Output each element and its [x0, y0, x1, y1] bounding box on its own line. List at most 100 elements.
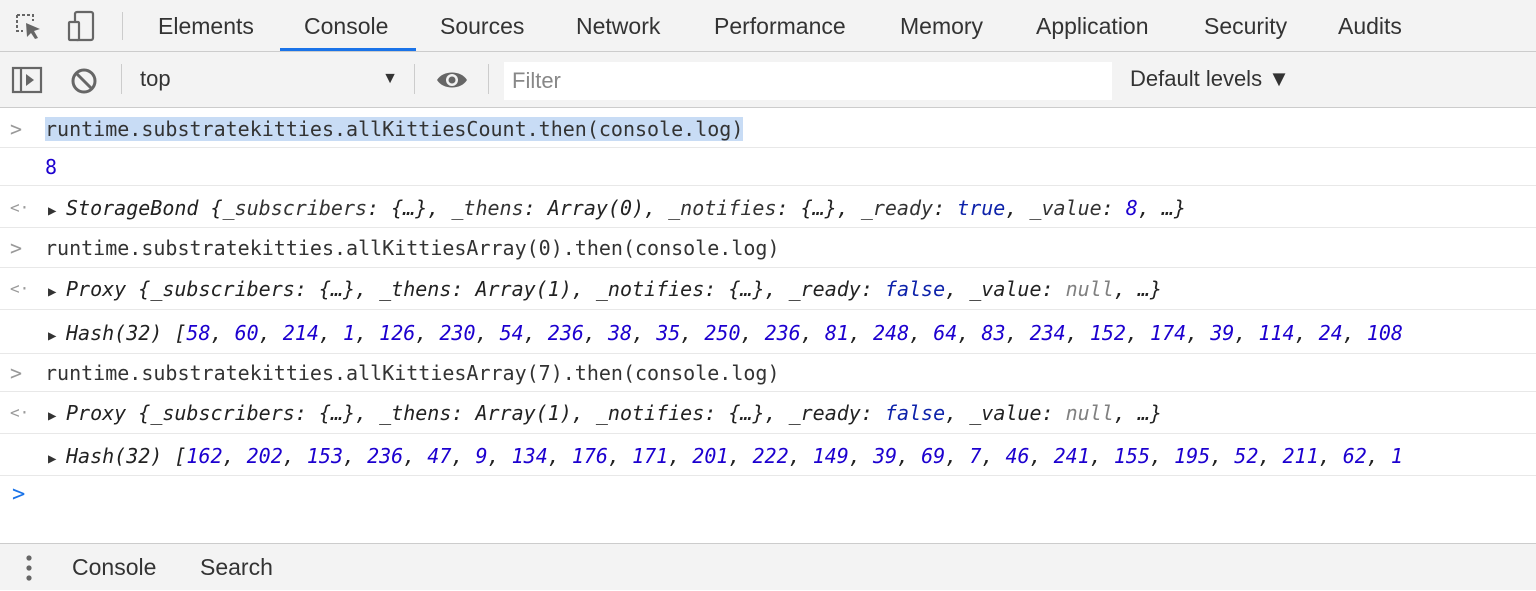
console-return-row[interactable]: <· ▶ StorageBond {_subscribers: {…}, _the…	[0, 186, 1536, 228]
devtools-tabbar: Elements Console Sources Network Perform…	[0, 0, 1536, 52]
tab-security[interactable]: Security	[1204, 0, 1287, 52]
property-key: _subscribers	[150, 401, 295, 425]
clear-console-icon[interactable]	[68, 65, 100, 97]
array-number: 236	[367, 444, 404, 468]
array-separator: ,	[632, 321, 657, 345]
console-return-row[interactable]: <· ▶ Proxy {_subscribers: {…}, _thens: Ar…	[0, 268, 1536, 310]
context-selector[interactable]: top ▼	[140, 62, 398, 96]
array-separator: ,	[547, 444, 572, 468]
property-value: null	[1065, 401, 1114, 425]
array-separator: ,	[848, 444, 873, 468]
device-toolbar-icon[interactable]	[66, 10, 98, 42]
array-separator: ,	[403, 444, 428, 468]
array-separator: ,	[1318, 444, 1343, 468]
property-value: 8	[1125, 196, 1138, 220]
property-value: {…}	[318, 277, 356, 301]
property-value: {…}	[800, 196, 837, 220]
property-value: null	[1065, 277, 1114, 301]
eye-icon[interactable]	[434, 66, 470, 94]
tab-sources[interactable]: Sources	[440, 0, 524, 52]
array-number: 39	[1210, 321, 1235, 345]
property-key: _thens	[379, 277, 452, 301]
array-number: 236	[547, 321, 584, 345]
array-number: 47	[427, 444, 452, 468]
expand-triangle-icon[interactable]: ▶	[48, 395, 66, 433]
array-separator: ,	[848, 321, 873, 345]
array-number: 126	[379, 321, 416, 345]
array-number: 222	[752, 444, 789, 468]
property-value: Array(1)	[475, 277, 572, 301]
console-input-row[interactable]: > runtime.substratekitties.allKittiesCou…	[0, 108, 1536, 148]
property-key: _ready	[788, 401, 861, 425]
array-separator: ,	[680, 321, 705, 345]
inspect-element-icon[interactable]	[12, 10, 44, 42]
drawer-tab-console[interactable]: Console	[72, 544, 156, 591]
object-name: Hash(32)	[66, 444, 163, 468]
console-input-row[interactable]: > runtime.substratekitties.allKittiesArr…	[0, 228, 1536, 268]
array-separator: ,	[342, 444, 368, 468]
expand-triangle-icon[interactable]: ▶	[48, 271, 66, 309]
sidebar-toggle-icon[interactable]	[10, 65, 44, 95]
command-text: runtime.substratekitties.allKittiesArray…	[45, 361, 780, 385]
array-number: 155	[1113, 444, 1150, 468]
property-value: {…}	[318, 401, 356, 425]
console-return-row[interactable]: <· ▶ Proxy {_subscribers: {…}, _thens: Ar…	[0, 392, 1536, 434]
array-separator: ,	[318, 321, 344, 345]
array-number: 211	[1282, 444, 1319, 468]
context-value: top	[140, 66, 171, 91]
console-output: > runtime.substratekitties.allKittiesCou…	[0, 108, 1536, 543]
array-separator: ,	[355, 321, 380, 345]
expand-triangle-icon[interactable]: ▶	[48, 437, 66, 475]
kebab-menu-icon[interactable]	[22, 553, 36, 583]
property-value: true	[957, 196, 1006, 220]
console-log-row[interactable]: ▶ Hash(32) [162, 202, 153, 236, 47, 9, 13…	[0, 434, 1536, 476]
property-value: Array(1)	[475, 401, 572, 425]
tab-memory[interactable]: Memory	[900, 0, 983, 52]
array-number: 46	[1005, 444, 1030, 468]
console-log-row[interactable]: ▶ Hash(32) [58, 60, 214, 1, 126, 230, 54,…	[0, 310, 1536, 354]
array-number: 108	[1366, 321, 1403, 345]
array-number: 9	[475, 444, 488, 468]
property-value: false	[884, 277, 946, 301]
console-prompt-icon[interactable]: >	[12, 482, 25, 507]
array-number: 114	[1258, 321, 1295, 345]
array-separator: ,	[1294, 321, 1319, 345]
tab-console[interactable]: Console	[304, 0, 388, 52]
drawer-tab-search[interactable]: Search	[200, 544, 273, 591]
console-log-row: 8	[0, 148, 1536, 186]
array-separator: ,	[1186, 321, 1211, 345]
array-number: 39	[872, 444, 898, 468]
property-key: _subscribers	[222, 196, 368, 220]
property-key: _ready	[860, 196, 934, 220]
property-key: _ready	[788, 277, 861, 301]
array-separator: ,	[1258, 444, 1283, 468]
expand-triangle-icon[interactable]: ▶	[48, 189, 66, 227]
tab-elements[interactable]: Elements	[158, 0, 254, 52]
command-text: runtime.substratekitties.allKittiesCount…	[45, 117, 744, 141]
property-key: _notifies	[668, 196, 777, 220]
array-number: 174	[1150, 321, 1187, 345]
expand-triangle-icon[interactable]: ▶	[48, 313, 66, 353]
tab-network[interactable]: Network	[576, 0, 660, 52]
active-tab-indicator	[280, 48, 416, 51]
log-value: 8	[45, 155, 58, 179]
property-key: _notifies	[595, 401, 705, 425]
tab-audits[interactable]: Audits	[1338, 0, 1402, 52]
array-number: 52	[1234, 444, 1259, 468]
array-separator: ,	[800, 321, 825, 345]
console-input-row[interactable]: > runtime.substratekitties.allKittiesArr…	[0, 354, 1536, 392]
array-separator: ,	[1005, 321, 1030, 345]
toolbar-separator	[488, 64, 489, 94]
input-chevron-icon: >	[10, 361, 23, 385]
array-number: 69	[921, 444, 946, 468]
filter-input[interactable]	[504, 62, 1112, 100]
tab-performance[interactable]: Performance	[714, 0, 846, 52]
array-number: 1	[343, 321, 356, 345]
log-levels-dropdown[interactable]: Default levels ▼	[1130, 62, 1290, 96]
array-number: 134	[511, 444, 548, 468]
property-value: Array(0)	[547, 196, 645, 220]
array-number: 201	[692, 444, 729, 468]
array-separator: ,	[607, 444, 633, 468]
array-number: 250	[704, 321, 741, 345]
tab-application[interactable]: Application	[1036, 0, 1149, 52]
